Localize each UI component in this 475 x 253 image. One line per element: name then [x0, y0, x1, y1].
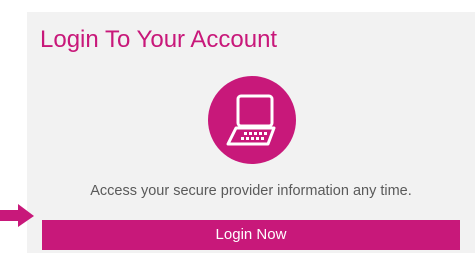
arrow-pointer-icon [0, 200, 38, 235]
laptop-icon [208, 76, 296, 164]
card-title: Login To Your Account [40, 26, 278, 53]
card-description: Access your secure provider information … [90, 183, 412, 199]
login-now-button[interactable]: Login Now [42, 220, 460, 250]
